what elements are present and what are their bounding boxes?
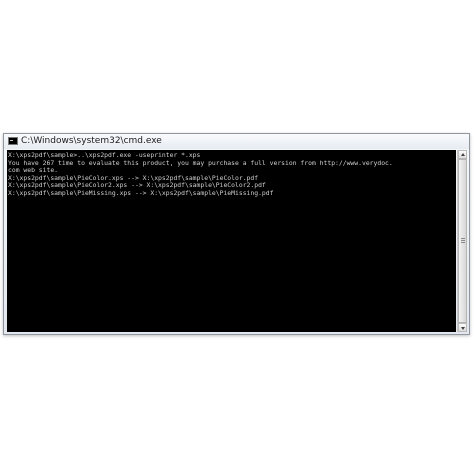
- arrow-up-icon: [461, 153, 465, 156]
- cmd-window[interactable]: C:\Windows\system32\cmd.exe X:\xps2pdf\s…: [3, 133, 470, 335]
- console-output[interactable]: X:\xps2pdf\sample>..\xps2pdf.exe -usepri…: [7, 150, 456, 332]
- console-line: You have 267 time to evaluate this produ…: [8, 158, 393, 167]
- console-line: X:\xps2pdf\sample\PieMissing.xps --> X:\…: [8, 188, 274, 197]
- title-bar[interactable]: C:\Windows\system32\cmd.exe: [4, 134, 469, 149]
- scroll-up-button[interactable]: [458, 150, 467, 159]
- window-title: C:\Windows\system32\cmd.exe: [21, 136, 162, 146]
- vertical-scrollbar[interactable]: [457, 150, 467, 332]
- grip-line: [461, 242, 465, 243]
- console-icon[interactable]: [8, 137, 18, 145]
- scroll-down-button[interactable]: [458, 323, 467, 332]
- scroll-thumb[interactable]: [458, 159, 467, 323]
- arrow-down-icon: [461, 327, 465, 330]
- grip-line: [461, 240, 465, 241]
- grip-line: [461, 238, 465, 239]
